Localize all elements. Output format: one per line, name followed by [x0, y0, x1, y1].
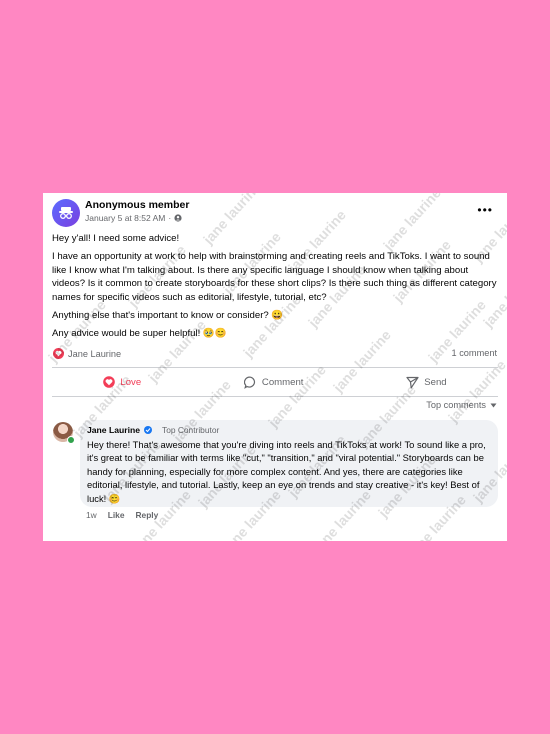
group-audience-icon — [174, 214, 182, 222]
post-paragraph: Hey y'all! I need some advice! — [52, 233, 180, 244]
more-dots-icon: ••• — [477, 203, 493, 217]
heart-icon — [103, 376, 116, 388]
comments-sort-dropdown[interactable]: Top comments — [426, 400, 497, 410]
comment-button[interactable]: Comment — [243, 376, 304, 389]
comment-reply-button[interactable]: Reply — [135, 510, 158, 520]
top-contributor-badge: Top Contributor — [162, 425, 220, 435]
reaction-summary[interactable]: Jane Laurine — [53, 348, 121, 359]
send-label: Send — [424, 376, 447, 388]
comment-icon — [243, 376, 255, 389]
post-body: Hey y'all! I need some advice! I have an… — [52, 232, 502, 346]
comment-like-button[interactable]: Like — [108, 510, 125, 520]
divider — [52, 367, 498, 368]
post-date[interactable]: January 5 at 8:52 AM — [85, 213, 165, 223]
comment-count[interactable]: 1 comment — [452, 348, 497, 358]
comment-author[interactable]: Jane Laurine — [87, 425, 140, 435]
post-meta: January 5 at 8:52 AM · — [85, 213, 182, 223]
reaction-name: Jane Laurine — [68, 348, 122, 359]
love-button[interactable]: Love — [103, 376, 141, 388]
divider — [52, 396, 498, 397]
send-button[interactable]: Send — [406, 376, 447, 389]
comments-sort-label: Top comments — [426, 400, 486, 410]
comment-actions: 1w Like Reply — [86, 510, 158, 520]
action-bar: Love Comment Send — [52, 373, 498, 391]
post-author-name[interactable]: Anonymous member — [85, 199, 189, 211]
online-status-icon — [67, 436, 75, 444]
more-options-button[interactable]: ••• — [477, 203, 493, 217]
comment-label: Comment — [261, 376, 304, 388]
comment-time[interactable]: 1w — [86, 510, 97, 520]
anonymous-avatar-icon — [52, 199, 80, 227]
verified-badge-icon — [144, 426, 153, 434]
post-paragraph: I have an opportunity at work to help wi… — [52, 251, 497, 303]
comment-text: Hey there! That's awesome that you're di… — [87, 439, 486, 504]
post-paragraph: Any advice would be super helpful! 🥹😊 — [52, 328, 227, 340]
comment-bubble: Jane Laurine Top Contributor Hey there! … — [80, 420, 498, 507]
comment-header: Jane Laurine Top Contributor — [87, 425, 219, 435]
meta-separator: · — [168, 213, 172, 223]
love-reaction-icon — [53, 348, 64, 359]
send-icon — [406, 376, 419, 388]
post-paragraph: Anything else that's important to know o… — [52, 310, 284, 322]
caret-down-icon — [490, 403, 497, 407]
love-label: Love — [120, 376, 142, 388]
post-card: Anonymous member January 5 at 8:52 AM · … — [43, 193, 507, 541]
